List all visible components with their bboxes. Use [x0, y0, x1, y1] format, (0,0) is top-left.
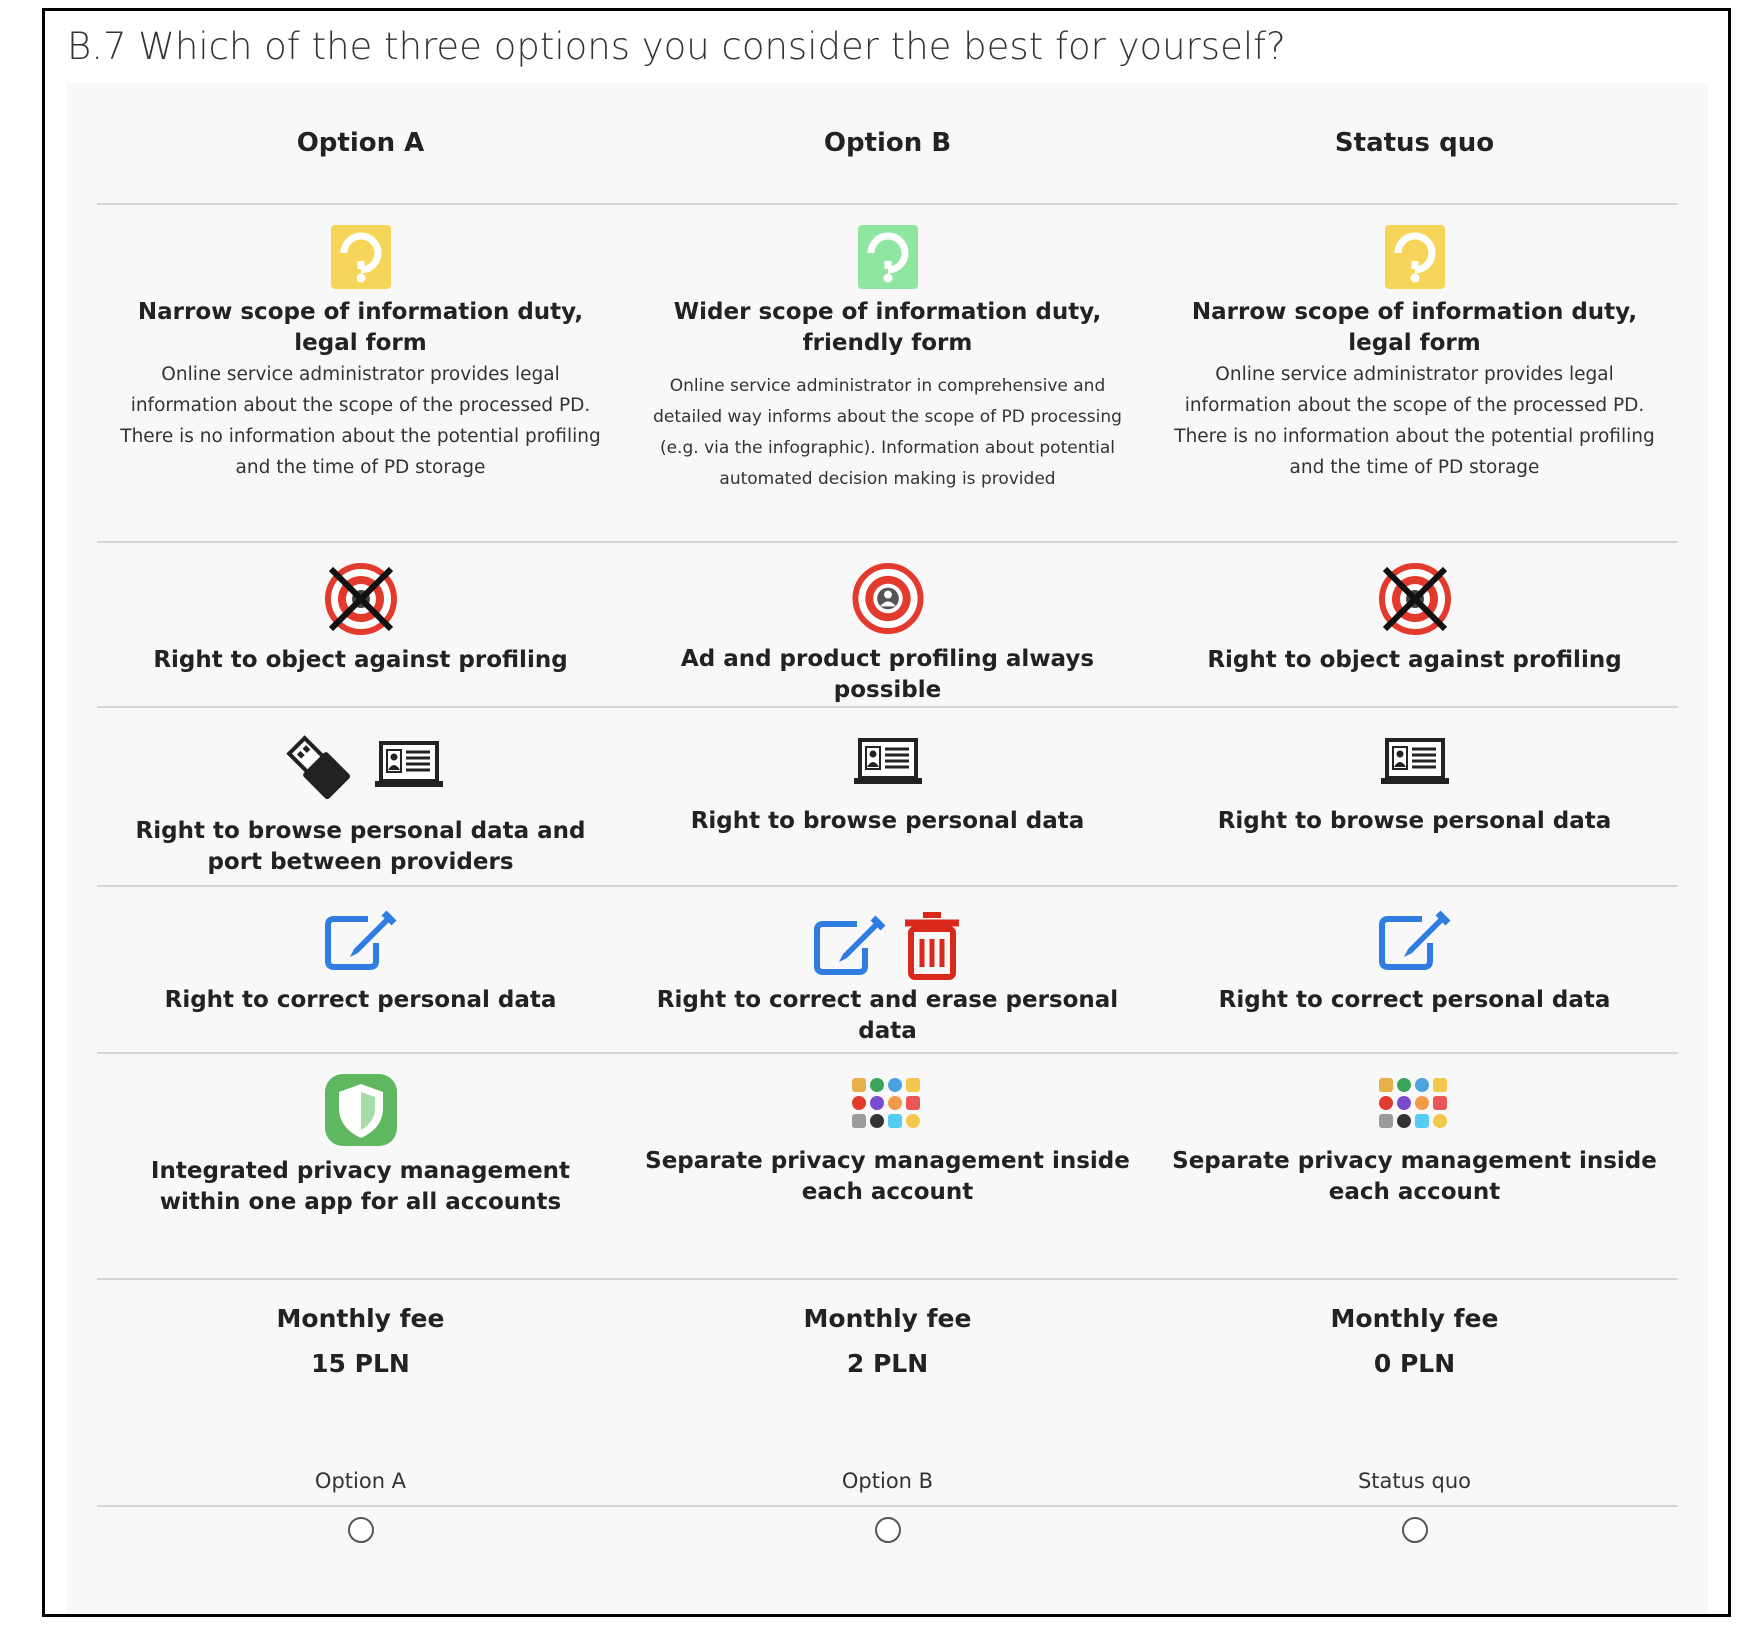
fee-value: 0 PLN: [1373, 1349, 1456, 1378]
app-grid-icon: [1378, 1078, 1447, 1128]
target-person-icon: [852, 563, 923, 634]
trash-icon: [904, 912, 959, 980]
profiling-cell-a: Right to object against profiling: [97, 543, 624, 706]
info-description: Online service administrator in comprehe…: [653, 376, 1122, 489]
info-title: Narrow scope of information duty, legal …: [1191, 299, 1638, 356]
radio-row: [97, 1507, 1678, 1543]
edit-icon: [813, 915, 885, 975]
choice-label-option-b: Option B: [841, 1469, 934, 1493]
radio-option-a[interactable]: [347, 1517, 374, 1543]
info-cell-b: Wider scope of information duty, friendl…: [624, 205, 1151, 541]
header-option-a: Option A: [296, 128, 425, 158]
info-title: Narrow scope of information duty, legal …: [137, 299, 584, 356]
privacy-cell-status-quo: Separate privacy management inside each …: [1151, 1054, 1678, 1278]
info-description: Online service administrator provides le…: [120, 364, 601, 478]
question-mark-icon: [857, 225, 918, 289]
fee-value: 2 PLN: [846, 1349, 929, 1378]
privacy-cell-a: Integrated privacy management within one…: [97, 1054, 624, 1278]
header-row: Option A Option B Status quo: [97, 83, 1678, 205]
usb-drive-icon: [285, 735, 350, 800]
privacy-text: Integrated privacy management within one…: [150, 1158, 571, 1215]
choice-label-status-quo: Status quo: [1357, 1469, 1472, 1493]
profiling-text: Ad and product profiling always possible: [680, 646, 1095, 703]
personal-data-card-icon: [1380, 738, 1449, 784]
correct-row: Right to correct personal data Right to …: [97, 887, 1678, 1054]
personal-data-card-icon: [853, 738, 922, 784]
correct-cell-a: Right to correct personal data: [97, 887, 624, 1052]
info-cell-status-quo: Narrow scope of information duty, legal …: [1151, 205, 1678, 541]
browse-cell-status-quo: Right to browse personal data: [1151, 708, 1678, 885]
info-title: Wider scope of information duty, friendl…: [673, 299, 1102, 356]
options-grid: Option A Option B Status quo Narrow scop…: [97, 83, 1678, 1543]
info-cell-a: Narrow scope of information duty, legal …: [97, 205, 624, 541]
fee-cell-b: Monthly fee 2 PLN: [624, 1280, 1151, 1435]
correct-text: Right to correct personal data: [1218, 987, 1611, 1013]
profiling-text: Right to object against profiling: [1207, 647, 1622, 673]
fee-label: Monthly fee: [803, 1304, 972, 1333]
correct-text: Right to correct personal data: [164, 987, 557, 1013]
shield-icon: [324, 1074, 397, 1146]
header-status-quo: Status quo: [1334, 128, 1495, 158]
info-description: Online service administrator provides le…: [1174, 364, 1655, 478]
radio-option-b[interactable]: [874, 1517, 901, 1543]
correct-cell-b: Right to correct and erase personal data: [624, 887, 1151, 1052]
profiling-cell-status-quo: Right to object against profiling: [1151, 543, 1678, 706]
info-duty-row: Narrow scope of information duty, legal …: [97, 205, 1678, 543]
correct-text: Right to correct and erase personal data: [656, 987, 1119, 1044]
browse-cell-a: Right to browse personal data and port b…: [97, 708, 624, 885]
question-mark-icon: [1384, 225, 1445, 289]
fee-value: 15 PLN: [311, 1349, 410, 1378]
choice-label-row: Option A Option B Status quo: [97, 1435, 1678, 1507]
correct-cell-status-quo: Right to correct personal data: [1151, 887, 1678, 1052]
fee-label: Monthly fee: [276, 1304, 445, 1333]
privacy-text: Separate privacy management inside each …: [1172, 1148, 1657, 1205]
crossed-target-icon: [1378, 563, 1451, 635]
profiling-text: Right to object against profiling: [153, 647, 568, 673]
edit-icon: [324, 910, 396, 970]
fee-label: Monthly fee: [1330, 1304, 1499, 1333]
choice-label-option-a: Option A: [314, 1469, 407, 1493]
fee-cell-status-quo: Monthly fee 0 PLN: [1151, 1280, 1678, 1435]
browse-text: Right to browse personal data and port b…: [135, 818, 586, 875]
question-mark-icon: [330, 225, 391, 289]
profiling-row: Right to object against profiling Ad and…: [97, 543, 1678, 708]
app-grid-icon: [851, 1078, 920, 1128]
header-option-b: Option B: [823, 128, 952, 158]
radio-status-quo[interactable]: [1401, 1517, 1428, 1543]
fee-row: Monthly fee 15 PLN Monthly fee 2 PLN Mon…: [97, 1280, 1678, 1435]
browse-text: Right to browse personal data: [1217, 808, 1612, 834]
fee-cell-a: Monthly fee 15 PLN: [97, 1280, 624, 1435]
browse-row: Right to browse personal data and port b…: [97, 708, 1678, 887]
personal-data-card-icon: [374, 741, 443, 787]
privacy-row: Integrated privacy management within one…: [97, 1054, 1678, 1280]
edit-icon: [1378, 910, 1450, 970]
browse-text: Right to browse personal data: [690, 808, 1085, 834]
question-frame: B.7 Which of the three options you consi…: [42, 8, 1731, 1617]
browse-cell-b: Right to browse personal data: [624, 708, 1151, 885]
question-text: B.7 Which of the three options you consi…: [67, 25, 1286, 68]
crossed-target-icon: [324, 563, 397, 635]
profiling-cell-b: Ad and product profiling always possible: [624, 543, 1151, 706]
privacy-cell-b: Separate privacy management inside each …: [624, 1054, 1151, 1278]
privacy-text: Separate privacy management inside each …: [645, 1148, 1130, 1205]
choice-panel: Option A Option B Status quo Narrow scop…: [67, 83, 1708, 1614]
